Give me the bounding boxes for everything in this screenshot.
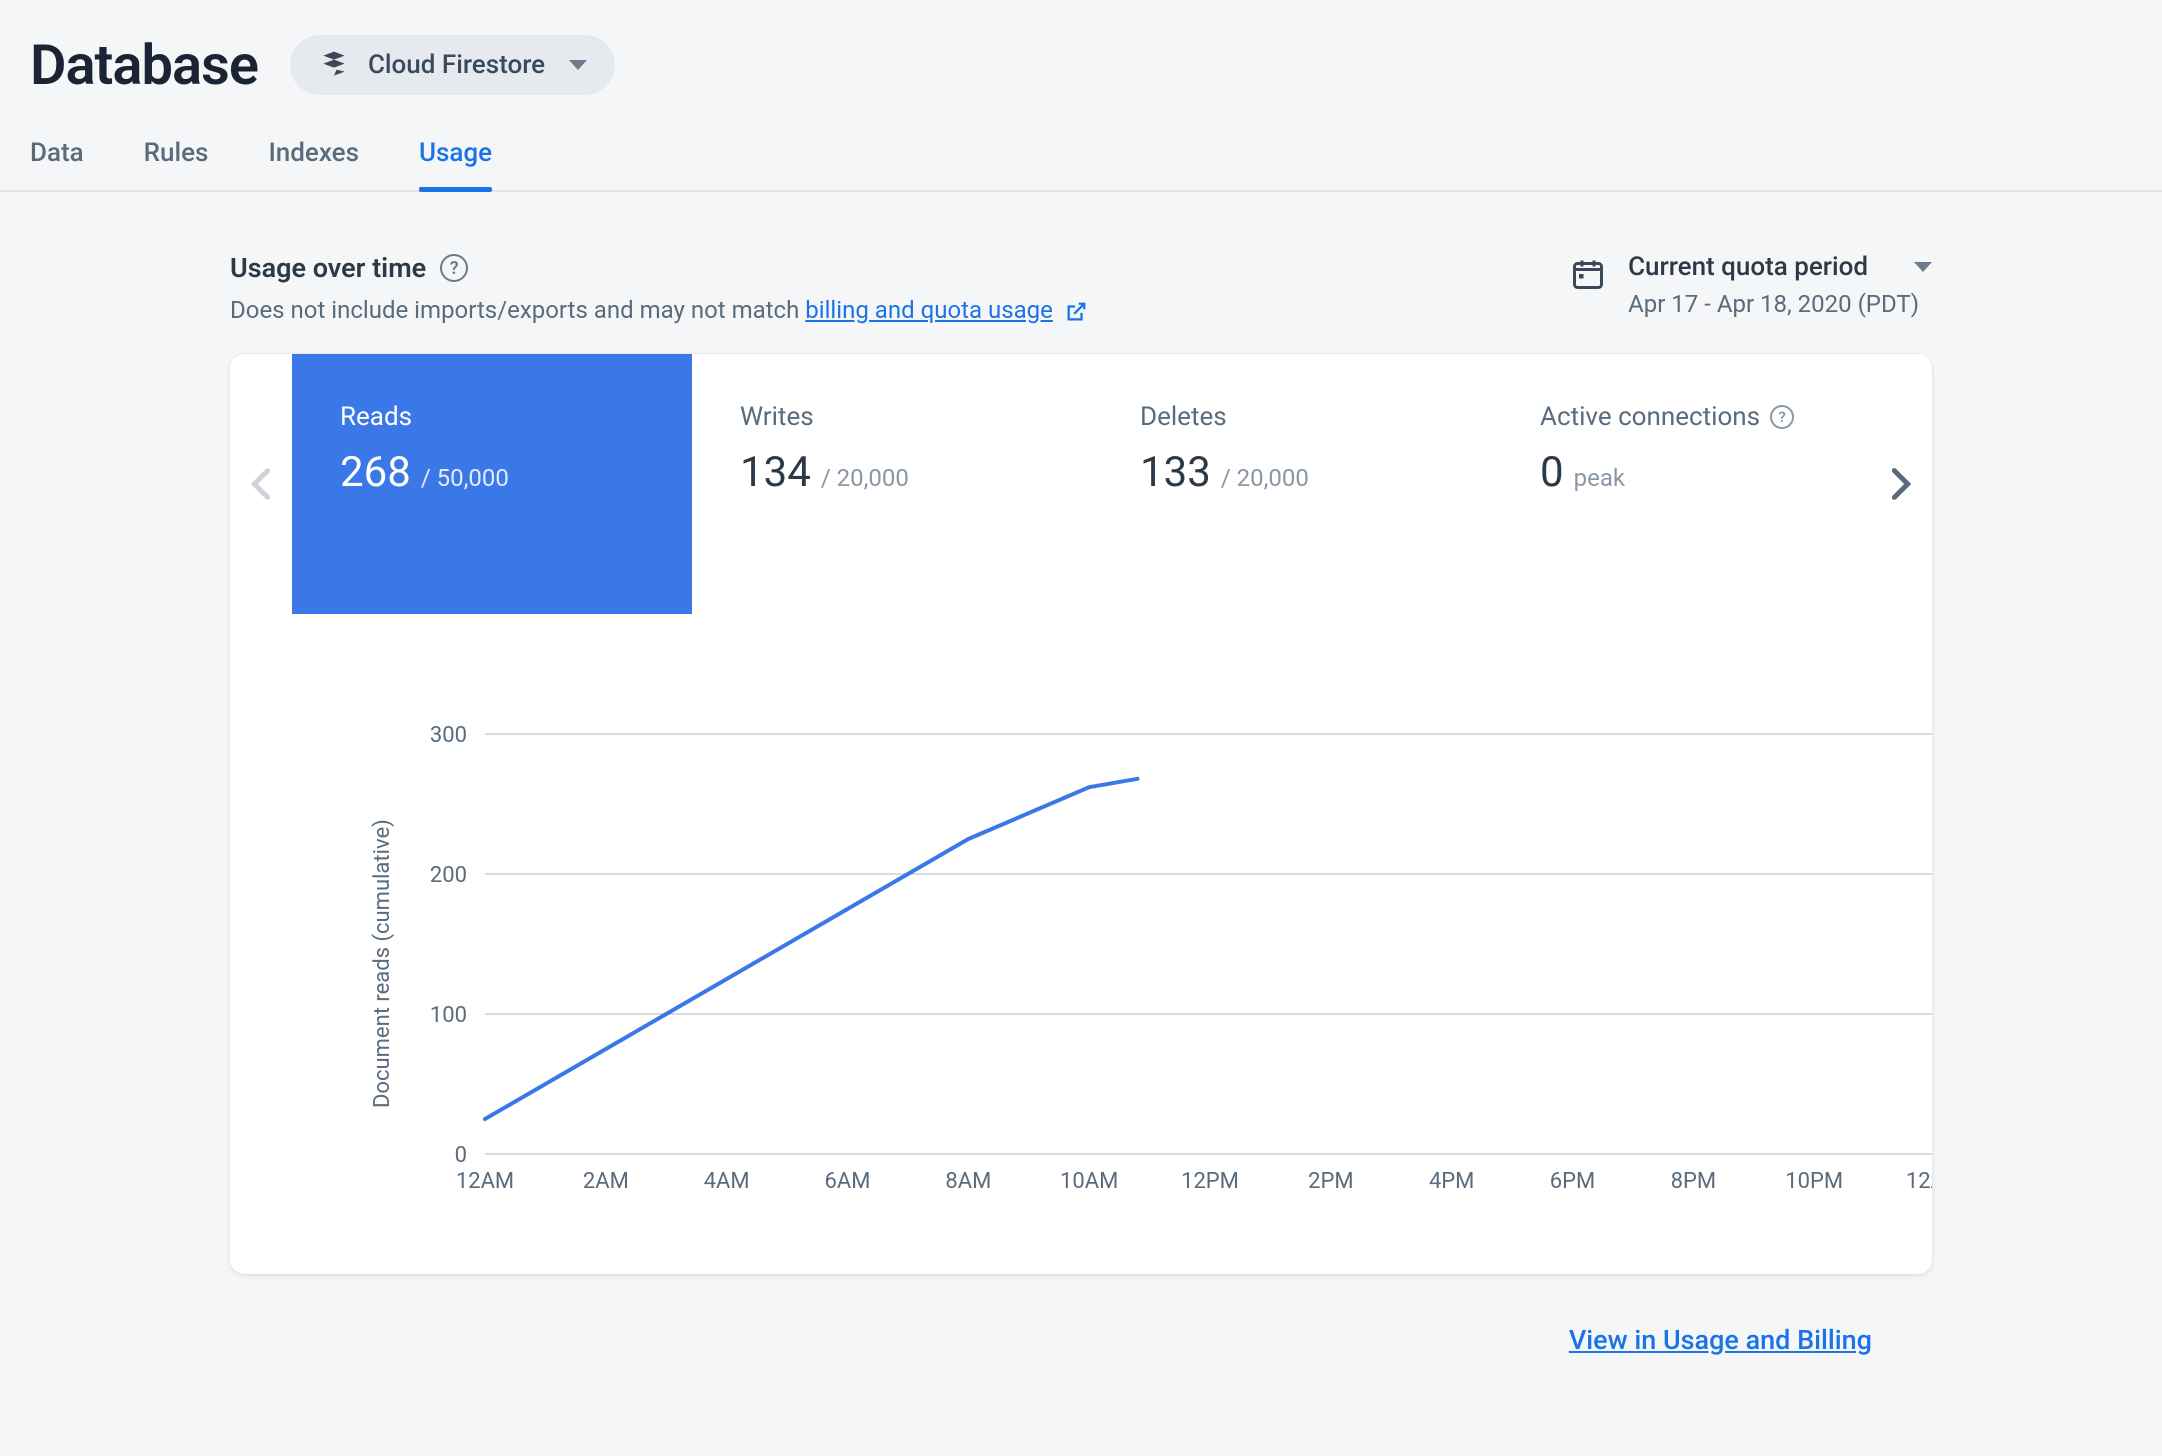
tab-data[interactable]: Data: [30, 138, 84, 190]
calendar-icon: [1570, 256, 1606, 292]
metric-limit: peak: [1574, 464, 1625, 492]
tab-bar: Data Rules Indexes Usage: [0, 98, 2162, 192]
help-icon[interactable]: ?: [1770, 405, 1794, 429]
metric-writes[interactable]: Writes 134 / 20,000: [692, 354, 1092, 614]
subtitle-text: Does not include imports/exports and may…: [230, 296, 805, 324]
x-tick-label: 12AM: [456, 1169, 514, 1194]
service-selector-label: Cloud Firestore: [368, 50, 545, 80]
metric-reads[interactable]: Reads 268 / 50,000: [292, 354, 692, 614]
x-tick-label: 12AM: [1906, 1169, 1932, 1194]
date-title: Current quota period: [1628, 252, 1868, 282]
caret-down-icon: [569, 60, 587, 70]
metric-label: Reads: [340, 402, 644, 432]
metric-value: 133: [1140, 448, 1211, 497]
view-usage-billing-link[interactable]: View in Usage and Billing: [1569, 1324, 1872, 1356]
external-link-icon: [1065, 301, 1087, 323]
metric-label: Deletes: [1140, 402, 1444, 432]
metric-label: Writes: [740, 402, 1044, 432]
usage-card: Reads268/ 50,000Writes134/ 20,000Deletes…: [230, 354, 1932, 1274]
x-tick-label: 10PM: [1785, 1169, 1843, 1194]
metric-limit: / 20,000: [821, 464, 909, 492]
caret-down-icon: [1914, 262, 1932, 272]
billing-quota-link[interactable]: billing and quota usage: [805, 296, 1053, 324]
y-tick-label: 300: [430, 723, 467, 748]
y-tick-label: 100: [430, 1003, 467, 1028]
date-range-picker[interactable]: Current quota period Apr 17 - Apr 18, 20…: [1570, 252, 1932, 318]
metric-value: 134: [740, 448, 811, 497]
metric-value: 0: [1540, 448, 1564, 497]
metric-value: 268: [340, 448, 411, 497]
metric-label: Active connections?: [1540, 402, 1844, 432]
tab-rules[interactable]: Rules: [144, 138, 209, 190]
firestore-icon: [318, 49, 350, 81]
y-tick-label: 200: [430, 863, 467, 888]
x-tick-label: 12PM: [1181, 1169, 1239, 1194]
tab-indexes[interactable]: Indexes: [268, 138, 359, 190]
metrics-next-arrow[interactable]: [1870, 354, 1932, 614]
help-icon[interactable]: ?: [440, 254, 468, 282]
x-tick-label: 8AM: [945, 1169, 991, 1194]
date-range: Apr 17 - Apr 18, 2020 (PDT): [1628, 290, 1932, 318]
page-title: Database: [30, 32, 258, 98]
section-title: Usage over time: [230, 252, 426, 284]
x-tick-label: 4AM: [704, 1169, 750, 1194]
metric-deletes[interactable]: Deletes 133 / 20,000: [1092, 354, 1492, 614]
service-selector[interactable]: Cloud Firestore: [290, 35, 615, 95]
x-tick-label: 8PM: [1671, 1169, 1716, 1194]
x-tick-label: 4PM: [1429, 1169, 1474, 1194]
x-tick-label: 6AM: [825, 1169, 871, 1194]
metrics-prev-arrow[interactable]: [230, 354, 292, 614]
section-subtitle: Does not include imports/exports and may…: [230, 296, 1087, 324]
metric-limit: / 50,000: [421, 464, 509, 492]
x-tick-label: 6PM: [1550, 1169, 1595, 1194]
chart-y-label: Document reads (cumulative): [350, 714, 395, 1214]
x-tick-label: 2PM: [1308, 1169, 1353, 1194]
chart-series-line: [485, 779, 1138, 1119]
x-tick-label: 2AM: [583, 1169, 629, 1194]
metric-limit: / 20,000: [1221, 464, 1309, 492]
y-tick-label: 0: [455, 1143, 467, 1168]
x-tick-label: 10AM: [1060, 1169, 1118, 1194]
metric-active-connections[interactable]: Active connections? 0 peak: [1492, 354, 1892, 614]
chart-plot: 0 100 200 300 12AM 2AM 4AM 6AM 8AM 10AM 12PM 2PM 4PM…: [395, 714, 1932, 1214]
tab-usage[interactable]: Usage: [419, 138, 492, 190]
